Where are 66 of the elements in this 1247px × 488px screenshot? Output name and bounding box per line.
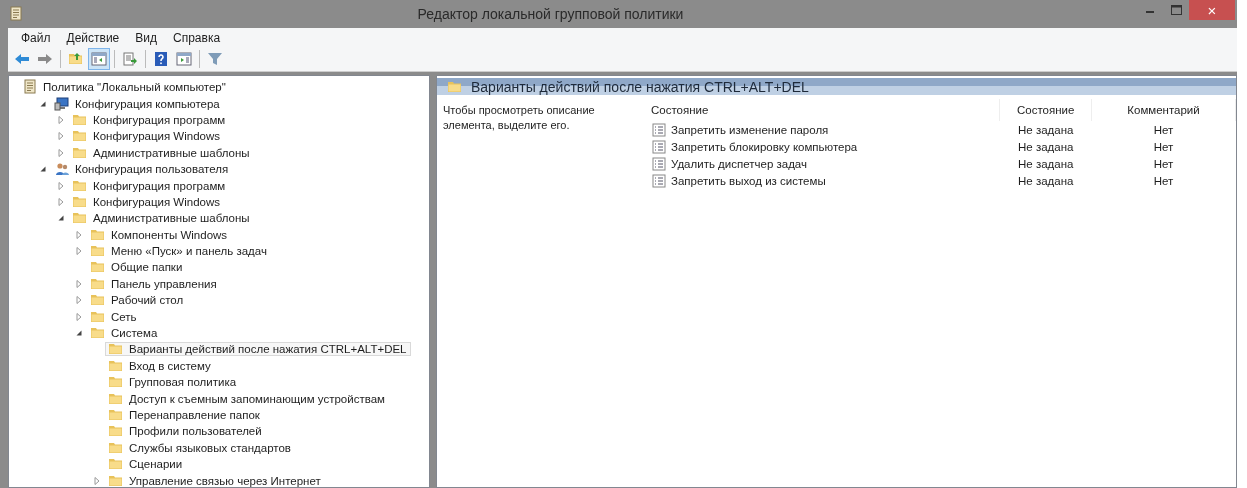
tree-item[interactable]: Конфигурация Windows: [69, 129, 225, 144]
tree-item[interactable]: Службы языковых стандартов: [105, 440, 295, 455]
tree-item[interactable]: Варианты действий после нажатия CTRL+ALT+DEL: [105, 342, 411, 357]
policy-cell[interactable]: Удалить диспетчер задач: [645, 155, 1000, 172]
tree-item[interactable]: Конфигурация Windows: [69, 194, 225, 209]
menu-item[interactable]: Справка: [166, 30, 228, 45]
description-text: Чтобы просмотреть описание элемента, выделите его.: [442, 103, 596, 133]
computer-icon: [54, 95, 70, 112]
menu-item[interactable]: Действие: [59, 30, 127, 45]
tree-item[interactable]: Административные шаблоны: [69, 145, 254, 160]
tree-item[interactable]: Система: [87, 326, 162, 341]
section-title: Варианты действий после нажатия CTRL+ALT+DEL: [471, 78, 809, 95]
tree-pane-button[interactable]: [88, 48, 110, 70]
table-cell-text: Не задана: [1017, 173, 1075, 189]
tree-item[interactable]: Конфигурация программ: [69, 112, 230, 127]
policy-cell[interactable]: Запретить блокировку компьютера: [645, 138, 1000, 155]
app-icon: [8, 6, 24, 22]
menu-item[interactable]: Файл: [14, 30, 58, 45]
tree-item[interactable]: Доступ к съемным запоминающим устройствам: [105, 391, 389, 406]
tree-item[interactable]: Административные шаблоны: [69, 211, 254, 226]
tree-item[interactable]: Меню «Пуск» и панель задач: [87, 244, 271, 259]
forward-arrow-icon: [37, 51, 53, 67]
table-cell-text: Не задана: [1017, 156, 1075, 172]
policy-setting-icon: [651, 138, 667, 155]
table-cell: Нет: [1091, 121, 1236, 138]
window-title: Редактор локальной групповой политики: [416, 6, 685, 22]
column-header[interactable]: Состояние: [645, 99, 1000, 121]
tree-item[interactable]: Панель управления: [87, 276, 221, 291]
tree-item[interactable]: Групповая политика: [105, 375, 241, 390]
document-icon: [22, 79, 38, 96]
policy-setting-icon: [651, 155, 667, 172]
table-cell: Не задана: [999, 121, 1092, 138]
back-arrow-icon: [14, 51, 30, 67]
column-header[interactable]: Комментарий: [1091, 99, 1236, 121]
tree-item[interactable]: Профили пользователей: [105, 424, 266, 439]
folder-icon: [108, 407, 124, 423]
tree-item[interactable]: Конфигурация программ: [69, 178, 230, 193]
policy-cell[interactable]: Запретить выход из системы: [645, 172, 1000, 189]
tree-item[interactable]: Вход в систему: [105, 358, 215, 373]
policy-setting-icon: [651, 172, 667, 189]
tree-item[interactable]: Конфигурация компьютера: [51, 96, 224, 111]
action-pane-icon: [176, 51, 192, 67]
policy-setting-icon: [651, 121, 667, 138]
column-header[interactable]: Состояние: [999, 99, 1092, 121]
tree-item[interactable]: Общие папки: [87, 260, 187, 275]
users-icon: [54, 161, 70, 178]
table-cell-text: Не задана: [1017, 139, 1075, 155]
tree-item[interactable]: Компоненты Windows: [87, 227, 232, 242]
tree-item[interactable]: Конфигурация пользователя: [51, 162, 233, 177]
menu-item[interactable]: Вид: [128, 30, 164, 45]
close-button[interactable]: ×: [1189, 0, 1235, 20]
tree-item[interactable]: Сеть: [87, 309, 141, 324]
tree-pane-icon: [91, 51, 107, 67]
tree-item[interactable]: Сценарии: [105, 457, 187, 472]
export-list-icon: [122, 51, 138, 67]
folder-up-icon: [68, 51, 84, 67]
table-cell-text: Нет: [1152, 139, 1175, 155]
tree-item[interactable]: Управление связью через Интернет: [105, 473, 325, 487]
tree-item[interactable]: Рабочий стол: [87, 293, 188, 308]
tree-item[interactable]: Политика "Локальный компьютер": [19, 80, 230, 95]
table-cell-text: Нет: [1152, 156, 1175, 172]
help-icon: [153, 51, 169, 67]
filter-icon: [207, 51, 223, 67]
tree-item[interactable]: Перенаправление папок: [105, 408, 264, 422]
table-cell-text: Нет: [1152, 173, 1175, 189]
policy-cell[interactable]: Запретить изменение пароля: [645, 121, 1000, 138]
